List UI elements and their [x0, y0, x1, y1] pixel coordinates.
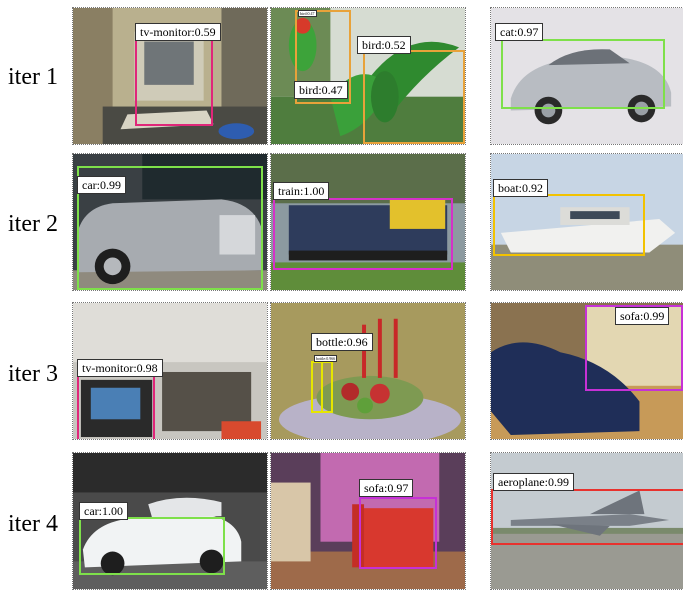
row-label-iter-3: iter 3 [8, 361, 58, 387]
detection-label: car:0.99 [77, 176, 126, 194]
detection-label: sofa:0.97 [359, 479, 414, 497]
detection-box [501, 39, 665, 109]
detection-box [363, 50, 465, 144]
detection-label: bottle:0.96 [311, 333, 373, 351]
row-label-iter-1: iter 1 [8, 64, 58, 90]
detection-box [493, 194, 645, 256]
detection-label: boat:0.92 [493, 179, 548, 197]
photo-fruit-bowl [271, 303, 465, 439]
detection-box [359, 497, 437, 569]
image-cell-luxury-car: car:0.99 [72, 153, 268, 291]
detection-label: cat:0.97 [495, 23, 544, 41]
image-cell-concept-car: car:1.00 [72, 452, 268, 590]
detection-label: car:1.00 [79, 502, 128, 520]
detection-label: aeroplane:0.99 [493, 473, 574, 491]
detection-label: train:1.00 [273, 182, 330, 200]
row-label-iter-4: iter 4 [8, 511, 58, 537]
image-cell-train: train:1.00 [270, 153, 466, 291]
detection-label: sofa:0.99 [615, 307, 670, 325]
detection-label: bottle:0.966 [314, 355, 338, 362]
image-cell-sleeping-sofa: sofa:0.99 [490, 302, 683, 440]
image-cell-armchair: sofa:0.97 [270, 452, 466, 590]
image-cell-sports-car: cat:0.97 [490, 7, 683, 145]
detection-box [321, 361, 333, 413]
image-cell-television: tv-monitor:0.98 [72, 302, 268, 440]
image-cell-monitor: tv-monitor:0.59 [72, 7, 268, 145]
detection-box [491, 489, 683, 545]
detection-label: bird:0.52 [357, 36, 411, 54]
detection-label: tv-monitor:0.59 [135, 23, 221, 41]
detection-label: bird:0.47 [298, 10, 317, 17]
detection-label: tv-monitor:0.98 [77, 359, 163, 377]
detection-box [273, 198, 453, 270]
image-cell-jet: aeroplane:0.99 [490, 452, 683, 590]
image-cell-fruit-bowl: bottle:0.96 bottle:0.966 [270, 302, 466, 440]
image-cell-boat: boat:0.92 [490, 153, 683, 291]
detection-box [135, 28, 213, 126]
image-cell-parrot: bird:0.47 bird:0.52 bird:0.47 [270, 7, 466, 145]
row-label-iter-2: iter 2 [8, 211, 58, 237]
detection-box [79, 517, 225, 575]
detection-label: bird:0.47 [294, 81, 348, 99]
